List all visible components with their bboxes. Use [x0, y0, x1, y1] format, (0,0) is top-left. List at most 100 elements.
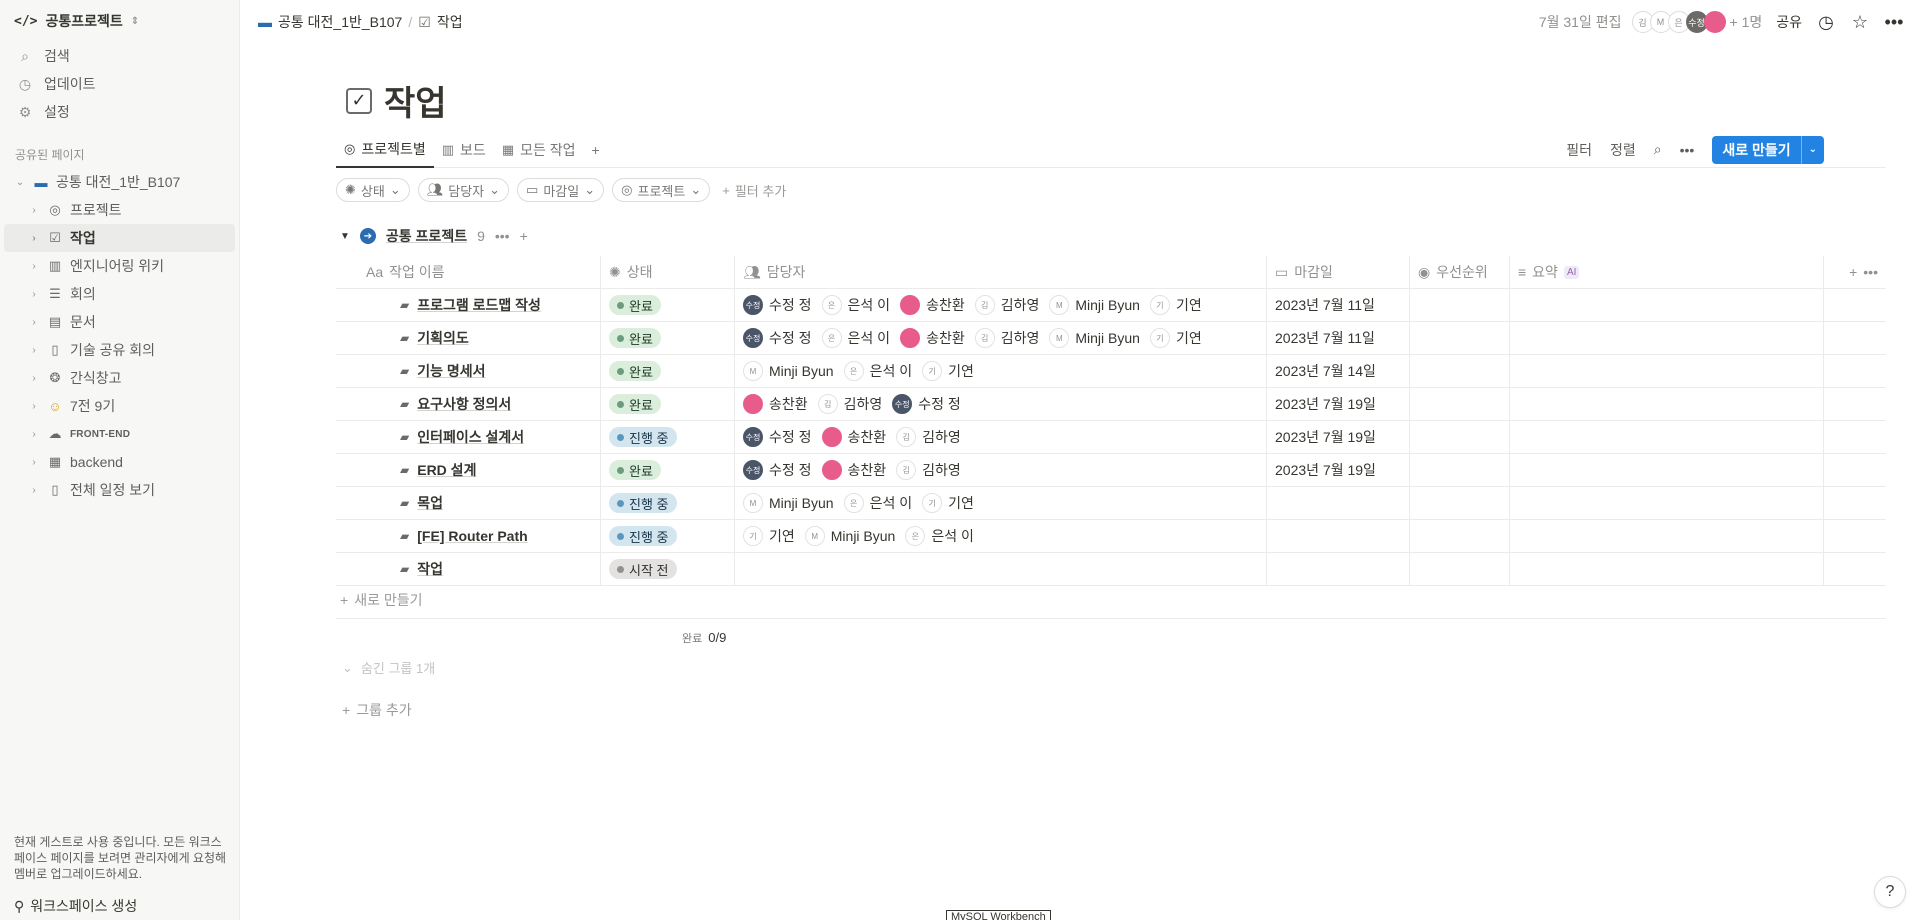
new-row-button[interactable]: + 새로 만들기 [340, 590, 422, 610]
cell-due[interactable]: 2023년 7월 14일 [1267, 355, 1410, 387]
sidebar-item-projects[interactable]: › ◎ 프로젝트 [0, 196, 239, 224]
nav-updates[interactable]: ◷ 업데이트 [0, 70, 239, 98]
add-group-button[interactable]: + 그룹 추가 [342, 700, 412, 720]
cell-priority[interactable] [1410, 421, 1510, 453]
filter-button[interactable]: 필터 [1566, 140, 1592, 160]
cell-due[interactable]: 2023년 7월 19일 [1267, 421, 1410, 453]
cell-task-name[interactable]: ▰ 요구사항 정의서 [336, 388, 601, 420]
chevron-right-icon[interactable]: › [28, 373, 40, 384]
cell-assignee[interactable]: 수정 수정 정 송찬환 김 김하영 [735, 421, 1267, 453]
new-button[interactable]: 새로 만들기 ⌄ [1712, 135, 1824, 164]
workspace-switcher[interactable]: </> 공통프로젝트 ⇕ [0, 0, 239, 42]
cell-task-name[interactable]: ▰ 기능 명세서 [336, 355, 601, 387]
chevron-right-icon[interactable]: › [28, 429, 40, 440]
cell-summary[interactable] [1510, 289, 1824, 321]
cell-summary[interactable] [1510, 487, 1824, 519]
tab-all-tasks[interactable]: ▦ 모든 작업 [494, 132, 584, 168]
cell-summary[interactable] [1510, 454, 1824, 486]
more-icon[interactable]: ••• [1863, 264, 1878, 280]
chevron-down-icon[interactable]: ⌄ [1800, 135, 1824, 164]
cell-task-name[interactable]: ▰ 기획의도 [336, 322, 601, 354]
tab-by-project[interactable]: ◎ 프로젝트별 [336, 132, 434, 168]
task-name[interactable]: [FE] Router Path [417, 528, 527, 544]
cell-task-name[interactable]: ▰ 인터페이스 설계서 [336, 421, 601, 453]
cell-assignee[interactable]: 수정 수정 정 은 은석 이 송찬환 김 김하영 M Minji Byun 기 기연 [735, 322, 1267, 354]
sidebar-item-meetings[interactable]: › ☰ 회의 [0, 280, 239, 308]
chevron-right-icon[interactable]: › [28, 345, 40, 356]
table-row[interactable]: ▰ 프로그램 로드맵 작성 완료 수정 수정 정 은 은석 이 송찬환 김 김하영 M Minji B… [336, 289, 1886, 322]
collapse-triangle-icon[interactable]: ▼ [340, 231, 350, 242]
group-name[interactable]: 공통 프로젝트 [386, 226, 467, 246]
cell-status[interactable]: 진행 중 [601, 520, 735, 552]
cell-assignee[interactable]: 수정 수정 정 은 은석 이 송찬환 김 김하영 M Minji Byun 기 기연 [735, 289, 1267, 321]
cell-status[interactable]: 진행 중 [601, 487, 735, 519]
star-icon[interactable]: ☆ [1850, 12, 1870, 33]
cell-assignee[interactable]: M Minji Byun 은 은석 이 기 기연 [735, 355, 1267, 387]
chevron-right-icon[interactable]: › [28, 233, 40, 244]
cell-priority[interactable] [1410, 520, 1510, 552]
cell-due[interactable]: 2023년 7월 11일 [1267, 289, 1410, 321]
cell-status[interactable]: 완료 [601, 454, 735, 486]
cell-assignee[interactable] [735, 553, 1267, 585]
table-row[interactable]: ▰ 목업 진행 중 M Minji Byun 은 은석 이 기 기연 [336, 487, 1886, 520]
cell-summary[interactable] [1510, 322, 1824, 354]
cell-priority[interactable] [1410, 289, 1510, 321]
cell-task-name[interactable]: ▰ ERD 설계 [336, 454, 601, 486]
more-icon[interactable]: ••• [495, 228, 510, 244]
cell-due[interactable]: 2023년 7월 19일 [1267, 388, 1410, 420]
task-name[interactable]: 작업 [417, 559, 443, 579]
cell-priority[interactable] [1410, 388, 1510, 420]
cell-summary[interactable] [1510, 388, 1824, 420]
table-row[interactable]: ▰ 기능 명세서 완료 M Minji Byun 은 은석 이 기 기연 2023년 7월 14일 [336, 355, 1886, 388]
filter-chip-assignee[interactable]: 👥︎ 담당자 ⌄ [417, 178, 510, 202]
history-icon[interactable]: ◷ [1816, 12, 1836, 33]
cell-assignee[interactable]: 기 기연 M Minji Byun 은 은석 이 [735, 520, 1267, 552]
sort-button[interactable]: 정렬 [1610, 140, 1636, 160]
help-button[interactable]: ? [1874, 876, 1906, 908]
cell-summary[interactable] [1510, 421, 1824, 453]
cell-priority[interactable] [1410, 454, 1510, 486]
cell-summary[interactable] [1510, 355, 1824, 387]
col-name[interactable]: Aa 작업 이름 [336, 256, 601, 288]
task-name[interactable]: 기획의도 [417, 328, 469, 348]
col-summary[interactable]: ≡ 요약 AI [1510, 256, 1824, 288]
sidebar-item-tech-share[interactable]: › ▯ 기술 공유 회의 [0, 336, 239, 364]
more-icon[interactable]: ••• [1884, 12, 1904, 33]
create-workspace-button[interactable]: ⚲ 워크스페이스 생성 [14, 896, 137, 916]
cell-due[interactable] [1267, 487, 1410, 519]
cell-priority[interactable] [1410, 553, 1510, 585]
table-row[interactable]: ▰ 인터페이스 설계서 진행 중 수정 수정 정 송찬환 김 김하영 2023년 7월 19일 [336, 421, 1886, 454]
cell-priority[interactable] [1410, 322, 1510, 354]
sidebar-item-schedule[interactable]: › ▯ 전체 일정 보기 [0, 476, 239, 504]
sidebar-item-backend[interactable]: › ▦ backend [0, 448, 239, 476]
sidebar-item-tasks[interactable]: › ☑ 작업 [4, 224, 235, 252]
task-name[interactable]: 인터페이스 설계서 [417, 427, 524, 447]
calculation[interactable]: 완료 0/9 [682, 630, 726, 646]
cell-summary[interactable] [1510, 520, 1824, 552]
tab-board[interactable]: ▥ 보드 [434, 132, 494, 168]
cell-due[interactable] [1267, 553, 1410, 585]
filter-chip-status[interactable]: ✺ 상태 ⌄ [336, 178, 410, 202]
chevron-right-icon[interactable]: › [28, 289, 40, 300]
new-button-label[interactable]: 새로 만들기 [1712, 140, 1800, 160]
page-title-text[interactable]: 작업 [384, 76, 447, 125]
table-row[interactable]: ▰ [FE] Router Path 진행 중 기 기연 M Minji Byun 은 은석 이 [336, 520, 1886, 553]
col-assignee[interactable]: 👥︎ 담당자 [735, 256, 1267, 288]
table-row[interactable]: ▰ 작업 시작 전 [336, 553, 1886, 586]
task-name[interactable]: 프로그램 로드맵 작성 [417, 295, 541, 315]
cell-task-name[interactable]: ▰ [FE] Router Path [336, 520, 601, 552]
table-row[interactable]: ▰ ERD 설계 완료 수정 수정 정 송찬환 김 김하영 2023년 7월 19일 [336, 454, 1886, 487]
cell-status[interactable]: 완료 [601, 355, 735, 387]
search-icon[interactable]: ⌕ [1654, 141, 1662, 158]
sidebar-item-docs[interactable]: › ▤ 문서 [0, 308, 239, 336]
cell-status[interactable]: 완료 [601, 388, 735, 420]
chevron-right-icon[interactable]: › [28, 205, 40, 216]
cell-task-name[interactable]: ▰ 프로그램 로드맵 작성 [336, 289, 601, 321]
cell-assignee[interactable]: 수정 수정 정 송찬환 김 김하영 [735, 454, 1267, 486]
filter-chip-project[interactable]: ◎ 프로젝트 ⌄ [612, 178, 711, 202]
chevron-right-icon[interactable]: › [28, 317, 40, 328]
task-name[interactable]: 기능 명세서 [417, 361, 485, 381]
plus-icon[interactable]: + [520, 228, 528, 244]
nav-settings[interactable]: ⚙ 설정 [0, 98, 239, 126]
add-filter-button[interactable]: + 필터 추가 [722, 181, 786, 200]
